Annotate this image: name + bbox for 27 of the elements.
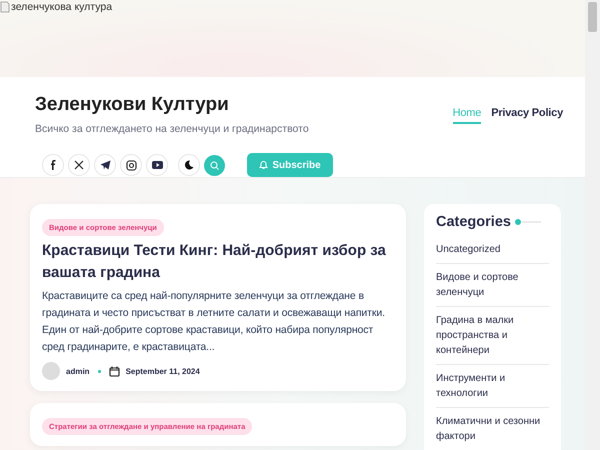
moon-icon[interactable] xyxy=(178,154,200,176)
category-link[interactable]: Климатични и сезонни фактори xyxy=(436,408,549,450)
author-name[interactable]: admin xyxy=(66,366,90,376)
widget-title: Categories xyxy=(436,214,511,230)
category-link[interactable]: Uncategorized xyxy=(436,236,549,264)
separator-dot xyxy=(98,370,101,372)
post-excerpt: Краставиците са сред най-популярните зеленчуци за отглеждане в градината и често присъстват в летните салати и освежаващи напитки. Един от най-добрите сортове краставици, който набира популярност сред градинарите, е краставицата... xyxy=(42,289,386,355)
title-decoration-icon xyxy=(514,219,541,225)
calendar-icon xyxy=(108,366,120,376)
avatar-icon xyxy=(42,362,60,380)
image-alt-text: зеленчукова култура xyxy=(11,1,112,13)
x-logo-icon[interactable] xyxy=(68,154,90,176)
search-icon xyxy=(210,160,219,170)
category-link[interactable]: Видове и сортове зеленчуци xyxy=(436,264,549,307)
category-link[interactable]: Градина в малки пространства и контейнери xyxy=(436,307,549,365)
instagram-icon[interactable] xyxy=(120,154,142,176)
site-tagline: Всичко за отглеждането на зеленчуци и градинарството xyxy=(35,123,310,135)
paper-plane-icon[interactable] xyxy=(94,154,116,176)
youtube-icon[interactable] xyxy=(146,154,168,176)
category-link[interactable]: Инструменти и технологии xyxy=(436,365,549,408)
post-date[interactable]: September 11, 2024 xyxy=(126,366,200,376)
facebook-icon[interactable] xyxy=(42,154,64,176)
site-title[interactable]: Зеленукови Култури xyxy=(35,94,333,116)
broken-image-icon xyxy=(0,1,10,13)
post-title[interactable]: Краставици Тести Кинг: Най-добрият избор за вашата градина xyxy=(42,240,394,284)
nav-link[interactable]: Privacy Policy xyxy=(491,107,563,124)
bell-icon xyxy=(259,160,268,170)
